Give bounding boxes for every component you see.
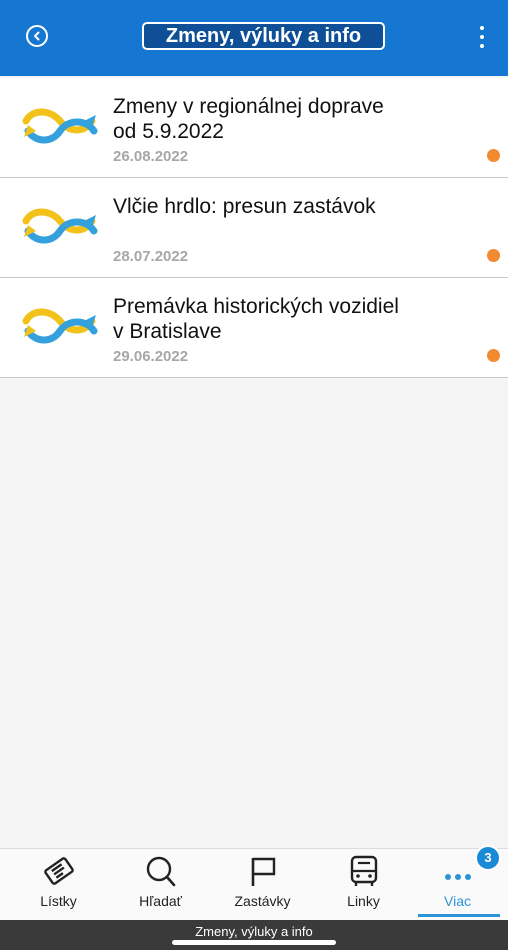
transit-logo-icon bbox=[22, 308, 98, 344]
nav-label: Linky bbox=[347, 893, 380, 909]
nav-item-search[interactable]: Hľadať bbox=[110, 849, 211, 921]
page-title: Zmeny, výluky a info bbox=[142, 22, 385, 50]
active-tab-indicator bbox=[418, 914, 500, 917]
news-item[interactable]: Zmeny v regionálnej doprave od 5.9.2022 2… bbox=[0, 78, 508, 178]
nav-label: Zastávky bbox=[234, 893, 291, 909]
unread-indicator bbox=[487, 349, 500, 362]
news-title: Premávka historických vozidiel v Bratisla… bbox=[113, 295, 399, 343]
nav-item-stops[interactable]: Zastávky bbox=[212, 849, 313, 921]
tab-strip: Zmeny, výluky a info bbox=[0, 920, 508, 950]
nav-label: Lístky bbox=[40, 893, 77, 909]
bottom-nav: Lístky Hľadať Zastávky Linky Viac bbox=[0, 848, 508, 920]
bus-icon bbox=[350, 855, 378, 886]
notification-badge: 3 bbox=[475, 845, 501, 871]
nav-label: Viac bbox=[444, 893, 471, 909]
news-title: Zmeny v regionálnej doprave od 5.9.2022 bbox=[113, 95, 384, 143]
news-date: 28.07.2022 bbox=[113, 248, 189, 265]
news-item[interactable]: Premávka historických vozidiel v Bratisla… bbox=[0, 278, 508, 378]
app-header: Zmeny, výluky a info bbox=[0, 0, 508, 76]
back-circle-icon[interactable] bbox=[26, 25, 48, 47]
news-title: Vlčie hrdlo: presun zastávok bbox=[113, 195, 376, 218]
news-date: 29.06.2022 bbox=[113, 348, 189, 365]
unread-indicator bbox=[487, 149, 500, 162]
nav-item-lines[interactable]: Linky bbox=[313, 849, 414, 921]
unread-indicator bbox=[487, 249, 500, 262]
home-indicator[interactable] bbox=[172, 940, 336, 945]
nav-label: Hľadať bbox=[139, 893, 182, 909]
news-date: 26.08.2022 bbox=[113, 148, 189, 165]
transit-logo-icon bbox=[22, 208, 98, 244]
news-item[interactable]: Vlčie hrdlo: presun zastávok 28.07.2022 bbox=[0, 178, 508, 278]
more-horizontal-icon bbox=[445, 874, 471, 880]
flag-icon bbox=[251, 857, 276, 886]
ticket-icon bbox=[44, 857, 74, 885]
nav-item-tickets[interactable]: Lístky bbox=[8, 849, 109, 921]
transit-logo-icon bbox=[22, 108, 98, 144]
more-vertical-icon[interactable] bbox=[472, 24, 492, 50]
search-icon bbox=[146, 856, 176, 887]
tab-strip-label: Zmeny, výluky a info bbox=[195, 924, 313, 939]
